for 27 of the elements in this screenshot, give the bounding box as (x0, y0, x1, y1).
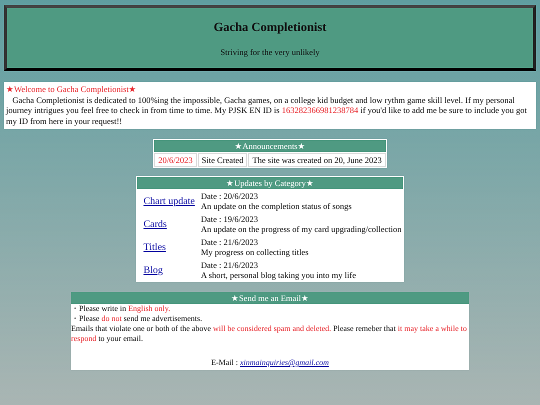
date-cell: 20/6/2023 (154, 153, 197, 167)
update-date: Date : 20/6/2023 (200, 191, 259, 201)
category-link[interactable]: Blog (143, 264, 163, 276)
table-cell: The site was created on 20, June 2023 (248, 153, 386, 167)
welcome-paragraph: Gacha Completionist is dedicated to 100%ing the impossible, Gacha games, on a college kid budget and low rythm game skill level. If my personal journey intrigues you feel free to check in from time to time. My PJSK EN ID is 163282366981238784 if you'd like to add me be sure to include you got my ID from here in your request!! (6, 94, 528, 126)
table-cell: Site Created (198, 153, 248, 167)
update-description: An update on the progress of my card upgrading/collection (200, 224, 402, 234)
announcements-heading: ★Announcements★ (154, 140, 386, 152)
update-description: An update on the completion status of songs (200, 201, 353, 211)
email-heading: ★Send me an Email★ (71, 292, 469, 304)
email-link[interactable]: xinmainquiries@gmail.com (240, 358, 329, 367)
email-rule-text: ・Please do not send me advertisements. (71, 314, 204, 324)
update-date: Date : 19/6/2023 (200, 214, 259, 224)
email-rule-text: ・Please write in English only. (71, 304, 172, 314)
update-date: Date : 21/6/2023 (200, 237, 259, 247)
site-title: Gacha Completionist (214, 20, 326, 34)
update-date: Date : 21/6/2023 (200, 260, 259, 270)
category-link[interactable]: Cards (143, 218, 167, 230)
category-link[interactable]: Titles (143, 242, 166, 252)
welcome-heading: ★Welcome to Gacha Completionist★ (6, 84, 138, 94)
category-link[interactable]: Chart update (143, 196, 195, 206)
update-description: A short, personal blog taking you into my life (200, 270, 357, 280)
email-label: E-Mail : (211, 358, 239, 367)
updates-heading: ★Updates by Category★ (137, 177, 402, 189)
email-rule-text: Emails that violate one or both of the above will be considered spam and deleted. Please remeber that it may take a while to respond to your email. (71, 324, 468, 344)
site-subtitle: Striving for the very unlikely (220, 46, 320, 56)
update-description: My progress on collecting titles (200, 247, 310, 257)
